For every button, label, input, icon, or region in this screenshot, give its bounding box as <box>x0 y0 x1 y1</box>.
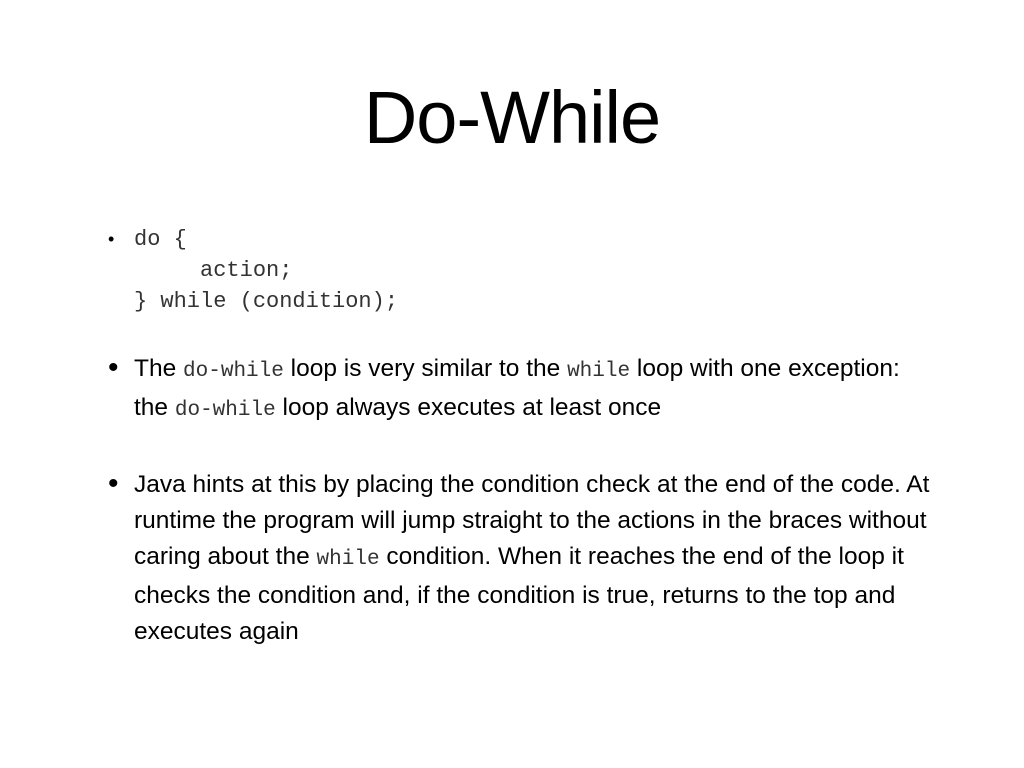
inline-code: while <box>567 360 631 383</box>
bullet-text: Java hints at this by placing the condit… <box>134 467 938 650</box>
code-snippet: do { action; } while (condition); <box>134 227 399 314</box>
inline-code: do-while <box>183 360 284 383</box>
bullet-list: • do { action; } while (condition); • Th… <box>108 224 938 650</box>
bullet-dot-icon: • <box>108 351 119 384</box>
text-segment: The <box>134 355 184 382</box>
slide: Do-While • do { action; } while (conditi… <box>0 0 1024 768</box>
slide-title: Do-While <box>363 76 661 159</box>
bullet-item-explanation: • Java hints at this by placing the cond… <box>108 467 938 650</box>
inline-code: do-while <box>174 399 276 422</box>
bullet-dot-icon: • <box>108 467 119 500</box>
text-segment: loop is very similar to the <box>283 355 568 382</box>
bullet-text: The do-while loop is very similar to the… <box>134 351 938 429</box>
inline-code: while <box>316 548 380 571</box>
bullet-dot-icon: • <box>108 229 115 249</box>
bullet-item-description: • The do-while loop is very similar to t… <box>108 351 938 429</box>
text-segment: loop always executes at least once <box>275 394 662 421</box>
bullet-item-code: • do { action; } while (condition); <box>108 224 938 317</box>
